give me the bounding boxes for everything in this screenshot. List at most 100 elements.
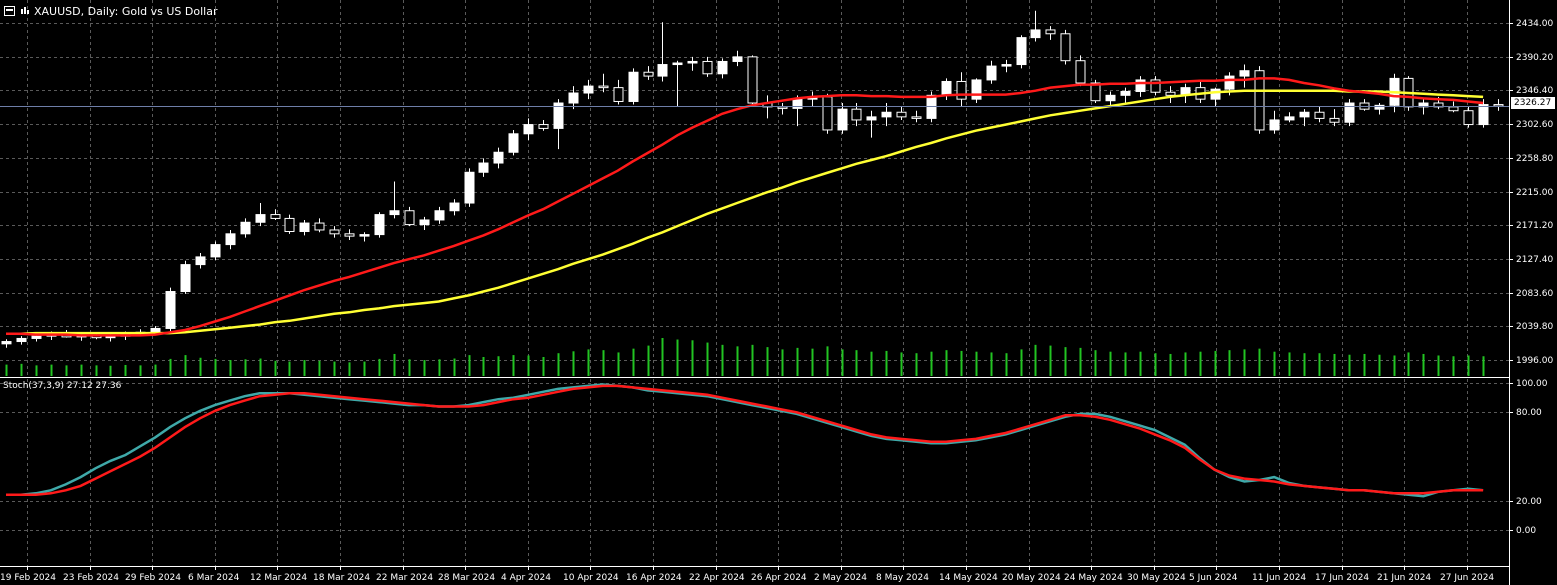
chart-title-bar: XAUUSD, Daily: Gold vs US Dollar — [4, 3, 217, 19]
bull-candle — [1239, 70, 1250, 77]
bull-candle — [180, 264, 191, 293]
time-tick-label: 5 Jun 2024 — [1189, 573, 1238, 583]
bull-candle — [210, 244, 221, 258]
bull-candle — [508, 133, 519, 153]
time-tick-label: 14 May 2024 — [939, 573, 998, 583]
chart-title: XAUUSD, Daily: Gold vs US Dollar — [34, 4, 218, 18]
price-axis: 2434.00 2390.20 2346.40 2302.60 2258.80 2215.… — [1509, 19, 1553, 366]
bull-candle — [628, 71, 639, 102]
time-tick-label: 27 Jun 2024 — [1440, 573, 1494, 583]
time-tick-label: 30 May 2024 — [1127, 573, 1186, 583]
bull-candle — [150, 327, 161, 333]
bull-candle — [732, 56, 743, 62]
current-price-tag: 2326.27 — [1511, 97, 1555, 109]
time-tick-label: 21 Jun 2024 — [1377, 573, 1431, 583]
bull-candle — [255, 214, 266, 223]
bull-candle — [523, 124, 534, 135]
price-tick-label: 2215.00 — [1516, 188, 1553, 198]
price-tick-label: 2258.80 — [1516, 154, 1553, 164]
bear-candle — [747, 56, 758, 104]
bull-candle — [195, 256, 206, 266]
bull-candle — [1105, 94, 1116, 102]
bull-candle — [240, 221, 251, 235]
stoch-tick-label: 80.00 — [1516, 408, 1542, 418]
bear-candle — [1314, 111, 1325, 119]
bull-candle — [389, 210, 400, 216]
bull-candle — [299, 222, 310, 233]
bear-candle — [1045, 29, 1056, 35]
bull-candle — [1374, 104, 1385, 110]
chart-canvas: 2434.00 2390.20 2346.40 2302.60 2258.80 2215.… — [0, 0, 1553, 585]
time-axis: 19 Feb 2024 23 Feb 2024 29 Feb 2024 6 Mar 2… — [0, 566, 1494, 583]
bull-candle — [1135, 79, 1146, 92]
bear-candle — [329, 229, 340, 235]
time-tick-label: 24 May 2024 — [1064, 573, 1123, 583]
bull-candle — [971, 79, 982, 100]
bull-candle — [1478, 104, 1489, 126]
bull-candle — [837, 108, 848, 131]
bear-candle — [1463, 110, 1474, 126]
time-tick-label: 10 Apr 2024 — [563, 573, 619, 583]
stoch-tick-label: 100.00 — [1516, 379, 1548, 389]
bull-candle — [866, 116, 877, 121]
bull-candle — [657, 64, 668, 77]
time-tick-label: 2 May 2024 — [814, 573, 867, 583]
stoch-tick-label: 0.00 — [1516, 526, 1536, 536]
bear-candle — [538, 124, 549, 129]
stochastic-lines — [6, 383, 1484, 498]
bar-chart-icon[interactable] — [19, 6, 30, 16]
bear-candle — [613, 87, 624, 102]
bear-candle — [344, 233, 355, 237]
bear-candle — [851, 108, 862, 121]
bear-candle — [1493, 104, 1504, 107]
bear-candle — [643, 71, 654, 77]
price-tick-label: 2434.00 — [1516, 19, 1553, 29]
bull-candle — [1, 341, 12, 345]
bull-candle — [986, 65, 997, 81]
time-tick-label: 26 Apr 2024 — [751, 573, 807, 583]
bull-candle — [1016, 37, 1027, 66]
stoch-indicator-label: Stoch(37,3,9) 27.12 27.36 — [3, 381, 122, 391]
bear-candle — [956, 80, 967, 100]
bear-candle — [314, 222, 325, 231]
time-tick-label: 23 Feb 2024 — [63, 573, 119, 583]
chart-window-icon[interactable] — [4, 6, 15, 16]
bull-candle — [434, 210, 445, 221]
bull-candle — [687, 60, 698, 64]
bull-candle — [941, 80, 952, 96]
price-tick-label: 2083.60 — [1516, 289, 1553, 299]
time-tick-label: 17 Jun 2024 — [1315, 573, 1369, 583]
bear-candle — [1075, 60, 1086, 84]
time-tick-label: 19 Feb 2024 — [0, 573, 56, 583]
time-tick-label: 22 Apr 2024 — [689, 573, 745, 583]
bull-candle — [1120, 90, 1131, 96]
bear-candle — [777, 106, 788, 109]
bull-candle — [1224, 75, 1235, 90]
stoch-axis: 100.00 80.00 20.00 0.00 — [1509, 379, 1548, 536]
bull-candle — [1344, 102, 1355, 123]
price-tick-label: 2127.40 — [1516, 255, 1553, 265]
bear-candle — [911, 116, 922, 119]
bull-candle — [1284, 116, 1295, 121]
bull-candle — [1001, 64, 1012, 67]
bull-candle — [493, 151, 504, 164]
bear-candle — [1329, 117, 1340, 123]
time-tick-label: 28 Mar 2024 — [438, 573, 495, 583]
bear-candle — [284, 217, 295, 233]
price-tick-label: 2039.80 — [1516, 322, 1553, 332]
bull-candle — [16, 337, 27, 343]
time-tick-label: 11 Jun 2024 — [1252, 573, 1306, 583]
bear-candle — [404, 210, 415, 226]
time-tick-label: 29 Feb 2024 — [125, 573, 181, 583]
bull-candle — [419, 219, 430, 226]
bull-candle — [1299, 111, 1310, 118]
bear-candle — [1448, 106, 1459, 112]
time-tick-label: 20 May 2024 — [1002, 573, 1061, 583]
bull-candle — [464, 171, 475, 204]
bull-candle — [165, 291, 176, 329]
bull-candle — [359, 234, 370, 237]
bear-candle — [702, 60, 713, 75]
bull-candle — [568, 92, 579, 104]
price-tick-label: 2390.20 — [1516, 53, 1553, 63]
bull-candle — [717, 60, 728, 75]
